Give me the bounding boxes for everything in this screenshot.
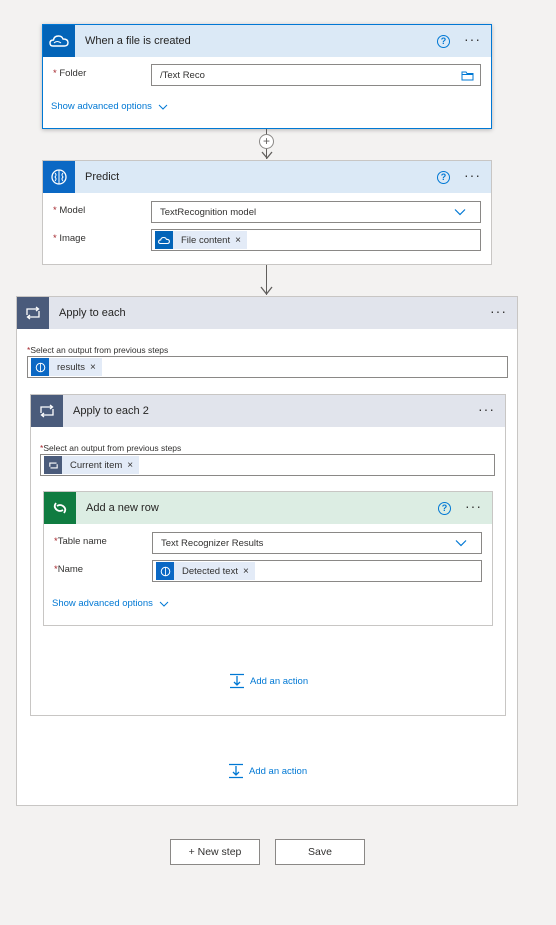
file-content-token[interactable]: File content ×: [155, 231, 247, 249]
name-label: *Name: [54, 564, 84, 575]
model-dropdown[interactable]: TextRecognition model: [151, 201, 481, 223]
ai-builder-icon: [31, 358, 49, 376]
remove-token-icon[interactable]: ×: [127, 460, 133, 471]
image-label: * Image: [53, 233, 86, 244]
add-action-outer-link[interactable]: Add an action: [228, 763, 307, 779]
add-new-row-title: Add a new row: [86, 502, 159, 514]
folder-field[interactable]: /Text Reco: [151, 64, 481, 86]
table-name-label: *Table name: [54, 536, 107, 547]
table-name-dropdown[interactable]: Text Recognizer Results: [152, 532, 482, 554]
loop-icon: [44, 456, 62, 474]
add-new-row-header[interactable]: Add a new row ? ···: [44, 492, 492, 524]
arrow-down-icon: [260, 286, 273, 296]
chevron-down-icon: [454, 209, 466, 216]
folder-value: /Text Reco: [160, 69, 205, 81]
apply-to-each-card: Apply to each ··· *Select an output from…: [16, 296, 518, 806]
trigger-title: When a file is created: [85, 35, 191, 47]
trigger-card: When a file is created ? ··· * Folder /T…: [42, 24, 492, 129]
folder-label: * Folder: [53, 68, 87, 79]
select-output-label: *Select an output from previous steps: [27, 345, 169, 355]
save-button[interactable]: Save: [275, 839, 365, 865]
chevron-down-icon: [158, 104, 168, 110]
apply-to-each-header[interactable]: Apply to each ···: [17, 297, 517, 329]
more-options-icon[interactable]: ···: [478, 402, 495, 418]
select-output-field[interactable]: Current item ×: [40, 454, 495, 476]
more-options-icon[interactable]: ···: [490, 304, 507, 320]
insert-step-plus-icon[interactable]: +: [259, 134, 274, 149]
trigger-card-header[interactable]: When a file is created ? ···: [43, 25, 491, 57]
new-step-button[interactable]: + New step: [170, 839, 260, 865]
chevron-down-icon: [159, 601, 169, 607]
onedrive-icon: [43, 25, 75, 57]
add-new-row-card: Add a new row ? ··· *Table name Text Rec…: [43, 491, 493, 626]
add-action-inner-link[interactable]: Add an action: [229, 673, 308, 689]
more-options-icon[interactable]: ···: [464, 168, 481, 184]
ai-builder-icon: [156, 562, 174, 580]
apply-to-each-2-card: Apply to each 2 ··· *Select an output fr…: [30, 394, 506, 716]
remove-token-icon[interactable]: ×: [243, 566, 249, 577]
show-advanced-options-link[interactable]: Show advanced options: [51, 101, 168, 112]
add-action-icon: [230, 673, 244, 689]
apply-to-each-2-title: Apply to each 2: [73, 405, 149, 417]
loop-icon: [17, 297, 49, 329]
remove-token-icon[interactable]: ×: [90, 362, 96, 373]
ai-builder-icon: [43, 161, 75, 193]
onedrive-icon: [155, 231, 173, 249]
chevron-down-icon: [455, 540, 467, 547]
more-options-icon[interactable]: ···: [464, 32, 481, 48]
predict-title: Predict: [85, 171, 120, 183]
apply-to-each-title: Apply to each: [59, 307, 126, 319]
help-icon[interactable]: ?: [437, 170, 450, 184]
apply-to-each-2-header[interactable]: Apply to each 2 ···: [31, 395, 505, 427]
predict-card-header[interactable]: Predict ? ···: [43, 161, 491, 193]
help-icon[interactable]: ?: [438, 501, 451, 515]
folder-picker-icon[interactable]: [461, 70, 474, 81]
loop-icon: [31, 395, 63, 427]
model-label: * Model: [53, 205, 86, 216]
show-advanced-options-link[interactable]: Show advanced options: [52, 598, 169, 609]
current-item-token[interactable]: Current item ×: [44, 456, 140, 474]
image-field[interactable]: File content ×: [151, 229, 481, 251]
arrow-down-icon: [261, 151, 273, 160]
help-icon[interactable]: ?: [437, 34, 450, 48]
remove-token-icon[interactable]: ×: [235, 235, 241, 246]
model-value: TextRecognition model: [160, 206, 257, 218]
table-name-value: Text Recognizer Results: [161, 537, 264, 549]
select-output-label: *Select an output from previous steps: [40, 443, 182, 453]
add-action-icon: [229, 763, 243, 779]
select-output-field[interactable]: results ×: [27, 356, 508, 378]
detected-text-token[interactable]: Detected text ×: [156, 562, 255, 580]
more-options-icon[interactable]: ···: [465, 499, 482, 515]
results-token[interactable]: results ×: [31, 358, 102, 376]
name-field[interactable]: Detected text ×: [152, 560, 482, 582]
predict-card: Predict ? ··· * Model TextRecognition mo…: [42, 160, 492, 265]
dataverse-icon: [44, 492, 76, 524]
